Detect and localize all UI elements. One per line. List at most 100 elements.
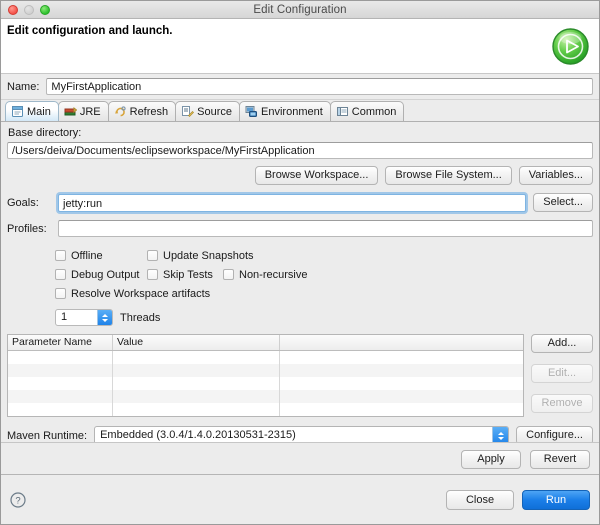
checkbox-non-recursive-label: Non-recursive — [239, 269, 307, 281]
table-row[interactable] — [8, 390, 523, 403]
source-tab-icon — [181, 105, 194, 118]
checkbox-skip-tests-box[interactable] — [147, 269, 158, 280]
checkbox-row-1: Offline Update Snapshots — [55, 246, 593, 265]
tab-bar: Main JRE Refresh Sou — [1, 100, 599, 121]
threads-value[interactable]: 1 — [56, 310, 97, 325]
parameters-table[interactable]: Parameter Name Value — [7, 334, 524, 417]
checkbox-offline[interactable]: Offline — [55, 250, 147, 262]
variables-button[interactable]: Variables... — [519, 166, 593, 185]
tab-source-label: Source — [197, 106, 232, 118]
select-goals-button[interactable]: Select... — [533, 193, 593, 212]
maven-runtime-label: Maven Runtime: — [7, 430, 87, 442]
dialog-header: Edit configuration and launch. — [1, 19, 599, 74]
browse-workspace-button[interactable]: Browse Workspace... — [255, 166, 379, 185]
table-cell — [113, 403, 280, 416]
stepper-up-icon[interactable] — [102, 314, 108, 317]
tab-source[interactable]: Source — [175, 101, 240, 121]
add-parameter-button[interactable]: Add... — [531, 334, 593, 353]
chevron-down-icon — [498, 437, 504, 440]
tab-main-label: Main — [27, 106, 51, 118]
refresh-tab-icon — [114, 105, 127, 118]
checkbox-non-recursive[interactable]: Non-recursive — [223, 269, 307, 281]
column-header-extra[interactable] — [280, 335, 523, 350]
table-row[interactable] — [8, 351, 523, 364]
parameters-actions: Add... Edit... Remove — [531, 334, 593, 417]
checkbox-skip-tests[interactable]: Skip Tests — [147, 269, 223, 281]
checkbox-update-snapshots[interactable]: Update Snapshots — [147, 250, 254, 262]
parameters-section: Parameter Name Value Add... Edit... Remo… — [7, 334, 593, 417]
apply-revert-bar: Apply Revert — [1, 442, 599, 475]
profiles-label: Profiles: — [7, 223, 51, 235]
tab-environment[interactable]: Environment — [239, 101, 331, 121]
checkbox-debug-output-box[interactable] — [55, 269, 66, 280]
table-row[interactable] — [8, 377, 523, 390]
revert-button[interactable]: Revert — [530, 450, 590, 469]
goals-input[interactable]: jetty:run — [58, 194, 526, 212]
table-cell — [8, 377, 113, 390]
table-cell — [8, 390, 113, 403]
threads-label: Threads — [120, 312, 160, 324]
table-cell — [113, 390, 280, 403]
tab-common-label: Common — [352, 106, 397, 118]
main-tab-panel: Base directory: /Users/deiva/Documents/e… — [1, 121, 599, 433]
chevron-up-icon — [498, 432, 504, 435]
edit-configuration-dialog: Edit Configuration Edit configuration an… — [0, 0, 600, 525]
table-row[interactable] — [8, 403, 523, 416]
goals-row: Goals: jetty:run Select... — [7, 193, 593, 212]
browse-file-system-button[interactable]: Browse File System... — [385, 166, 511, 185]
tab-main[interactable]: Main — [5, 101, 59, 121]
name-input[interactable]: MyFirstApplication — [46, 78, 593, 95]
checkbox-resolve-workspace-artifacts-label: Resolve Workspace artifacts — [71, 288, 210, 300]
table-cell — [113, 377, 280, 390]
checkbox-offline-box[interactable] — [55, 250, 66, 261]
column-header-value[interactable]: Value — [113, 335, 280, 350]
browse-buttons-row: Browse Workspace... Browse File System..… — [7, 166, 593, 185]
traffic-lights — [1, 5, 50, 15]
profiles-input[interactable] — [58, 220, 593, 237]
threads-stepper[interactable]: 1 — [55, 309, 113, 326]
tab-common[interactable]: Common — [330, 101, 405, 121]
table-cell — [280, 403, 523, 416]
tab-jre[interactable]: JRE — [58, 101, 109, 121]
stepper-down-icon[interactable] — [102, 319, 108, 322]
checkbox-resolve-workspace-artifacts[interactable]: Resolve Workspace artifacts — [55, 288, 210, 300]
tab-environment-label: Environment — [261, 106, 323, 118]
minimize-light[interactable] — [24, 5, 34, 15]
run-button[interactable]: Run — [522, 490, 590, 510]
close-button[interactable]: Close — [446, 490, 514, 510]
apply-button[interactable]: Apply — [461, 450, 521, 469]
checkbox-offline-label: Offline — [71, 250, 103, 262]
table-cell — [8, 364, 113, 377]
table-cell — [113, 364, 280, 377]
threads-stepper-arrows[interactable] — [97, 310, 112, 325]
header-title: Edit configuration and launch. — [7, 25, 172, 37]
help-question-icon[interactable]: ? — [10, 492, 26, 508]
name-label: Name: — [7, 81, 39, 93]
environment-tab-icon — [245, 105, 258, 118]
checkbox-debug-output[interactable]: Debug Output — [55, 269, 147, 281]
tab-refresh-label: Refresh — [130, 106, 169, 118]
parameters-table-header: Parameter Name Value — [8, 335, 523, 351]
edit-parameter-button: Edit... — [531, 364, 593, 383]
parameters-table-body — [8, 351, 523, 416]
name-row: Name: MyFirstApplication — [1, 74, 599, 100]
table-cell — [8, 351, 113, 364]
options-checkbox-group: Offline Update Snapshots Debug Output Sk… — [55, 246, 593, 303]
common-tab-icon — [336, 105, 349, 118]
table-row[interactable] — [8, 364, 523, 377]
checkbox-resolve-workspace-artifacts-box[interactable] — [55, 288, 66, 299]
base-directory-input[interactable]: /Users/deiva/Documents/eclipseworkspace/… — [7, 142, 593, 159]
table-cell — [113, 351, 280, 364]
checkbox-non-recursive-box[interactable] — [223, 269, 234, 280]
checkbox-update-snapshots-box[interactable] — [147, 250, 158, 261]
tab-refresh[interactable]: Refresh — [108, 101, 177, 121]
base-directory-label: Base directory: — [8, 127, 593, 139]
goals-label: Goals: — [7, 197, 51, 209]
run-play-icon[interactable] — [550, 26, 591, 67]
remove-parameter-button: Remove — [531, 394, 593, 413]
maximize-light[interactable] — [40, 5, 50, 15]
column-header-parameter-name[interactable]: Parameter Name — [8, 335, 113, 350]
close-light[interactable] — [8, 5, 18, 15]
table-cell — [280, 377, 523, 390]
profiles-row: Profiles: — [7, 220, 593, 237]
